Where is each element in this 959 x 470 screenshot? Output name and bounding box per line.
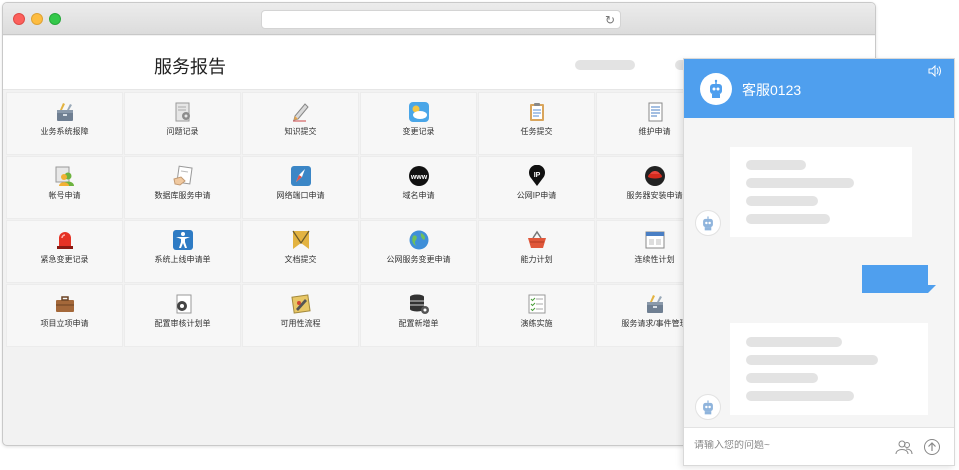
document-list-icon xyxy=(644,101,666,123)
www-icon: www xyxy=(408,165,430,187)
service-tile[interactable]: 任务提交 xyxy=(478,92,595,155)
tile-label: 配置新增单 xyxy=(398,319,439,328)
message-skeleton-line xyxy=(746,214,830,224)
service-tile[interactable]: 业务系统报障 xyxy=(6,92,123,155)
redhat-icon xyxy=(644,165,666,187)
service-tile[interactable]: 问题记录 xyxy=(124,92,241,155)
checklist-icon xyxy=(526,293,548,315)
service-tile[interactable]: 项目立项申请 xyxy=(6,284,123,347)
tile-label: 文档提交 xyxy=(284,255,317,264)
alarm-light-icon xyxy=(54,229,76,251)
message-skeleton-line xyxy=(746,196,818,206)
service-tile[interactable]: 配置新增单 xyxy=(360,284,477,347)
speaker-icon[interactable] xyxy=(928,64,942,80)
hand-document-icon xyxy=(172,165,194,187)
send-icon[interactable] xyxy=(922,437,942,457)
tile-label: 公网IP申请 xyxy=(516,191,557,200)
globe-icon xyxy=(408,229,430,251)
user-message-tail xyxy=(928,285,936,293)
pencil-icon xyxy=(290,101,312,123)
service-tile[interactable]: 能力计划 xyxy=(478,220,595,283)
tools-box-icon xyxy=(54,101,76,123)
clipboard-icon xyxy=(526,101,548,123)
service-tile[interactable]: www 域名申请 xyxy=(360,156,477,219)
chat-message-input[interactable] xyxy=(694,440,874,451)
service-tile[interactable]: 变更记录 xyxy=(360,92,477,155)
svg-text:www: www xyxy=(409,174,427,181)
weather-cloud-icon xyxy=(408,101,430,123)
bot-message-bubble xyxy=(730,147,912,237)
tools-box-icon xyxy=(644,293,666,315)
service-tile[interactable]: 文档提交 xyxy=(242,220,359,283)
ip-pin-icon: IP xyxy=(526,165,548,187)
message-skeleton-line xyxy=(746,391,854,401)
compass-icon xyxy=(290,165,312,187)
paint-doc-icon xyxy=(290,293,312,315)
tile-label: 紧急变更记录 xyxy=(40,255,89,264)
tile-label: 问题记录 xyxy=(166,127,199,136)
service-tile[interactable]: 系统上线申请单 xyxy=(124,220,241,283)
message-skeleton-line xyxy=(746,337,842,347)
users-icon xyxy=(54,165,76,187)
chat-header: 客服0123 xyxy=(684,59,954,118)
agent-name: 客服0123 xyxy=(742,82,802,98)
accessibility-icon xyxy=(172,229,194,251)
gear-document-icon xyxy=(172,293,194,315)
briefcase-icon xyxy=(54,293,76,315)
folder-icon xyxy=(290,229,312,251)
tile-label: 项目立项申请 xyxy=(40,319,89,328)
tile-label: 域名申请 xyxy=(402,191,435,200)
document-gear-icon xyxy=(172,101,194,123)
tile-label: 帐号申请 xyxy=(48,191,81,200)
tile-label: 配置审核计划单 xyxy=(154,319,211,328)
human-agent-icon[interactable] xyxy=(894,437,914,457)
service-tile[interactable]: 配置审核计划单 xyxy=(124,284,241,347)
reload-icon[interactable]: ↻ xyxy=(605,12,615,28)
message-skeleton-line xyxy=(746,178,854,188)
database-gear-icon xyxy=(408,293,430,315)
tile-label: 变更记录 xyxy=(402,127,435,136)
svg-text:IP: IP xyxy=(533,172,540,179)
service-tile[interactable]: 数据库服务申请 xyxy=(124,156,241,219)
tile-label: 知识提交 xyxy=(284,127,317,136)
service-tile[interactable]: 紧急变更记录 xyxy=(6,220,123,283)
service-tile[interactable]: 帐号申请 xyxy=(6,156,123,219)
tile-label: 演练实施 xyxy=(520,319,553,328)
minimize-window-button[interactable] xyxy=(31,13,43,25)
close-window-button[interactable] xyxy=(13,13,25,25)
address-bar[interactable]: ↻ xyxy=(261,10,621,29)
chat-panel: 客服0123 xyxy=(683,58,955,466)
message-skeleton-line xyxy=(746,160,806,170)
basket-icon xyxy=(526,229,548,251)
window-titlebar: ↻ xyxy=(3,3,875,35)
tile-label: 任务提交 xyxy=(520,127,553,136)
service-tile[interactable]: IP 公网IP申请 xyxy=(478,156,595,219)
robot-avatar-icon xyxy=(700,73,732,105)
message-skeleton-line xyxy=(746,355,878,365)
tile-label: 数据库服务申请 xyxy=(154,191,211,200)
tile-label: 网络端口申请 xyxy=(276,191,325,200)
header-nav-placeholder xyxy=(575,60,635,70)
service-tile[interactable]: 可用性流程 xyxy=(242,284,359,347)
service-tile[interactable]: 网络端口申请 xyxy=(242,156,359,219)
robot-avatar-icon xyxy=(695,210,721,236)
service-grid: 业务系统报障 问题记录 知识提交 变更记录 任务提交 维护申请 帐号申请 数据库… xyxy=(6,92,713,347)
message-skeleton-line xyxy=(746,373,818,383)
service-tile[interactable]: 演练实施 xyxy=(478,284,595,347)
chat-input-bar xyxy=(684,427,954,465)
window-calendar-icon xyxy=(644,229,666,251)
service-tile[interactable]: 知识提交 xyxy=(242,92,359,155)
page-title: 服务报告 xyxy=(154,57,226,77)
tile-label: 系统上线申请单 xyxy=(154,255,211,264)
tile-label: 业务系统报障 xyxy=(40,127,89,136)
tile-label: 可用性流程 xyxy=(280,319,321,328)
tile-label: 公网服务变更申请 xyxy=(386,255,451,264)
tile-label: 能力计划 xyxy=(520,255,553,264)
service-tile[interactable]: 公网服务变更申请 xyxy=(360,220,477,283)
maximize-window-button[interactable] xyxy=(49,13,61,25)
robot-avatar-icon xyxy=(695,394,721,420)
user-message-bubble xyxy=(862,265,928,293)
bot-message-bubble xyxy=(730,323,928,415)
